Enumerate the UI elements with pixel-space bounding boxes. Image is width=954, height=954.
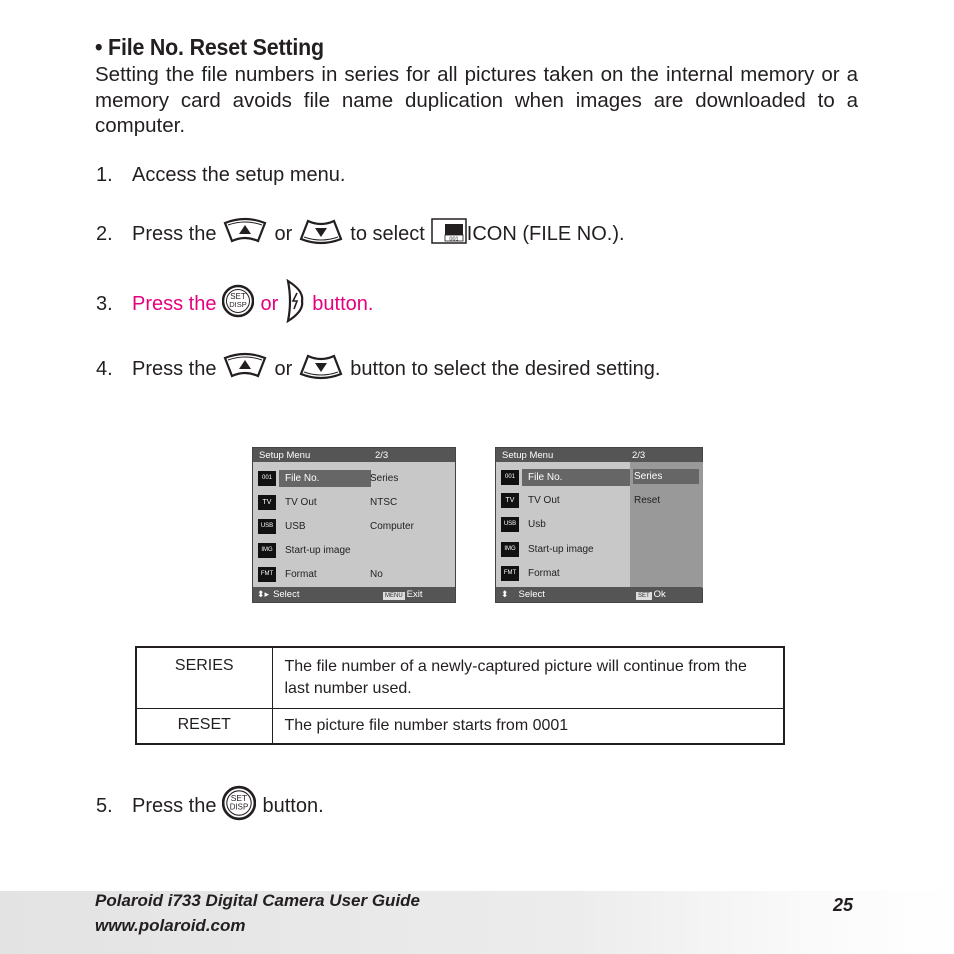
intro-paragraph: Setting the file numbers in series for a… (95, 63, 858, 137)
file-no-icon: 001 (501, 470, 519, 485)
step-text: ICON (FILE NO.). (466, 222, 625, 245)
step-text: button. (262, 794, 324, 817)
step-text: button to select the desired setting. (350, 357, 661, 380)
step-text: Press the (132, 794, 217, 817)
camera-screen-setup-menu: Setup Menu 2/3 001 File No. Series TV TV… (252, 447, 456, 603)
screen-footer: ⬍▸ Select MENU Exit (253, 587, 455, 602)
step-5: 5. Press the SET DISP button. (96, 785, 324, 827)
option-key: SERIES (135, 646, 273, 709)
navigate-updown-icon: ⬍ (501, 589, 509, 599)
section-heading: • File No. Reset Setting (95, 34, 324, 60)
screen-page: 2/3 (375, 449, 389, 461)
step-text: Press the (132, 292, 217, 315)
page-number: 25 (833, 895, 854, 915)
step-2: 2. Press the or to select 001 ICON (FILE… (96, 217, 625, 251)
step-number: 4. (96, 357, 113, 380)
step-3: 3. Press the SET DISP or button. (96, 278, 374, 329)
options-table: SERIES The file number of a newly-captur… (135, 646, 785, 745)
step-number: 5. (96, 794, 113, 817)
set-disp-button-icon: SET DISP (222, 785, 257, 827)
tv-icon: TV (501, 493, 519, 508)
usb-icon: USB (501, 517, 519, 532)
menu-row-tv-out[interactable]: TV TV Out (496, 492, 702, 509)
table-row: SERIES The file number of a newly-captur… (135, 646, 785, 709)
step-text: Access the setup menu. (132, 164, 346, 186)
step-text: to select (350, 222, 425, 245)
file-no-icon: 001 (431, 218, 467, 250)
menu-row-usb[interactable]: USB Usb (496, 516, 702, 533)
menu-key-icon: MENU (383, 592, 405, 600)
navigate-arrows-icon: ⬍▸ (257, 589, 270, 599)
screen-header: Setup Menu 2/3 (253, 448, 455, 462)
option-key: RESET (135, 708, 273, 745)
menu-row-tv-out[interactable]: TV TV Out NTSC (253, 494, 455, 511)
usb-icon: USB (258, 519, 276, 534)
page-footer: Polaroid i733 Digital Camera User Guide … (0, 891, 954, 954)
step-number: 2. (96, 222, 113, 245)
screen-header: Setup Menu 2/3 (496, 448, 702, 462)
step-text: or (260, 292, 279, 315)
set-disp-button-icon: SET DISP (222, 284, 255, 324)
down-button-icon (298, 352, 344, 386)
flash-right-button-icon (284, 278, 306, 329)
screen-title: Setup Menu (502, 449, 554, 461)
step-text: or (274, 357, 293, 380)
option-reset[interactable]: Reset (634, 492, 660, 509)
camera-screen-file-no-submenu: Setup Menu 2/3 001 File No. TV TV Out US… (495, 447, 703, 603)
step-1: 1. Access the setup menu. (96, 164, 345, 187)
up-button-icon (222, 217, 268, 251)
file-no-icon: 001 (258, 471, 276, 486)
table-row: RESET The picture file number starts fro… (135, 708, 785, 745)
menu-row-format[interactable]: FMT Format No (253, 566, 455, 583)
website-link[interactable]: www.polaroid.com (95, 916, 246, 936)
guide-title: Polaroid i733 Digital Camera User Guide (95, 891, 421, 910)
screen-title: Setup Menu (259, 449, 311, 461)
step-text: button. (312, 292, 374, 315)
set-key-icon: SET (636, 592, 652, 600)
step-text: or (274, 222, 293, 245)
down-button-icon (298, 217, 344, 251)
menu-row-format[interactable]: FMT Format (496, 565, 702, 582)
menu-row-file-no[interactable]: 001 File No. (496, 469, 702, 486)
format-icon: FMT (258, 567, 276, 582)
up-button-icon (222, 352, 268, 386)
option-description: The file number of a newly-captured pict… (271, 646, 785, 709)
menu-row-usb[interactable]: USB USB Computer (253, 518, 455, 535)
menu-row-file-no[interactable]: 001 File No. Series (253, 470, 455, 487)
format-icon: FMT (501, 566, 519, 581)
step-number: 1. (96, 164, 113, 186)
step-text: Press the (132, 222, 217, 245)
option-description: The picture file number starts from 0001 (271, 708, 785, 745)
svg-text:DISP: DISP (230, 300, 248, 309)
screen-footer: ⬍ Select SET Ok (496, 587, 702, 602)
option-series[interactable]: Series (634, 468, 662, 485)
svg-text:DISP: DISP (230, 802, 249, 811)
step-number: 3. (96, 292, 113, 315)
menu-row-startup-image[interactable]: IMG Start-up image (253, 542, 455, 559)
startup-image-icon: IMG (501, 542, 519, 557)
step-4: 4. Press the or button to select the des… (96, 352, 661, 386)
startup-image-icon: IMG (258, 543, 276, 558)
menu-row-startup-image[interactable]: IMG Start-up image (496, 541, 702, 558)
svg-text:001: 001 (449, 237, 458, 243)
screen-page: 2/3 (632, 449, 646, 461)
tv-icon: TV (258, 495, 276, 510)
step-text: Press the (132, 357, 217, 380)
